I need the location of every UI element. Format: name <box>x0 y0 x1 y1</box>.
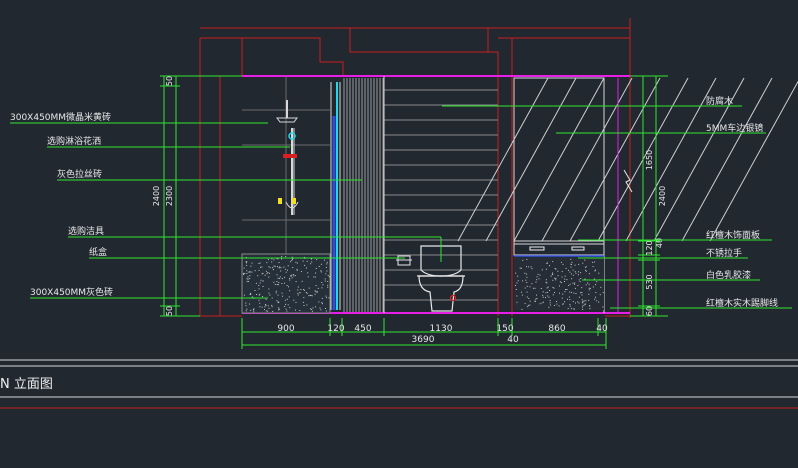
dim-900: 900 <box>277 324 294 334</box>
dim-40: 40 <box>596 324 608 334</box>
left-dim-bottom: 50 <box>165 306 174 316</box>
right-dim-outer: 2400 <box>658 186 667 206</box>
cabinet-speckle-area <box>514 257 604 310</box>
cad-canvas: 2400 2300 50 50 1650 2400 120 40 530 60 … <box>0 0 798 468</box>
label-sanitary: 选购洁具 <box>68 225 104 237</box>
left-dim-inner: 2300 <box>165 186 174 206</box>
right-dim-bottom: 60 <box>645 306 654 316</box>
right-dim-mid-a: 120 <box>645 240 654 255</box>
shower-glass <box>330 82 341 310</box>
right-dim-lower: 530 <box>645 274 654 289</box>
striped-wood-panel <box>343 78 384 312</box>
horizontal-tile-area <box>384 89 498 301</box>
drawing-title: N 立面图 <box>0 377 53 392</box>
label-veneer: 红檀木饰面板 <box>706 229 760 241</box>
paper-holder-icon <box>396 255 412 266</box>
dim-total-sub: 40 <box>507 335 519 345</box>
label-tile-grey: 300X450MM灰色砖 <box>30 286 113 298</box>
cabinet <box>513 240 605 257</box>
label-paper-box: 纸盒 <box>89 246 107 258</box>
label-mirror: 5MM车边银镜 <box>706 122 763 134</box>
dim-150: 150 <box>496 324 513 334</box>
dim-860: 860 <box>548 324 565 334</box>
elevation-drawing: 2400 2300 50 50 1650 2400 120 40 530 60 … <box>0 18 798 409</box>
right-dim-mid-b: 40 <box>655 238 664 248</box>
label-wood: 防腐木 <box>706 95 733 107</box>
label-handle: 不锈拉手 <box>706 247 742 259</box>
left-dim-outer: 2400 <box>152 186 161 206</box>
left-dim-top: 50 <box>165 76 174 86</box>
label-shower: 选购淋浴花洒 <box>47 135 101 147</box>
dim-120: 120 <box>327 324 344 334</box>
shower-fixture-icon <box>276 100 299 215</box>
label-tile-beige: 300X450MM微晶米黄砖 <box>10 111 111 123</box>
label-skirting: 红檀木实木踢脚线 <box>706 297 778 309</box>
dim-1130: 1130 <box>430 324 453 334</box>
left-leader-lines <box>10 122 442 299</box>
dim-450: 450 <box>354 324 371 334</box>
right-dim-upper: 1650 <box>645 150 654 170</box>
label-paint: 白色乳胶漆 <box>706 269 751 281</box>
title-block-lines <box>0 359 798 409</box>
label-grey-tile: 灰色拉丝砖 <box>57 168 102 180</box>
dim-total: 3690 <box>412 335 435 345</box>
